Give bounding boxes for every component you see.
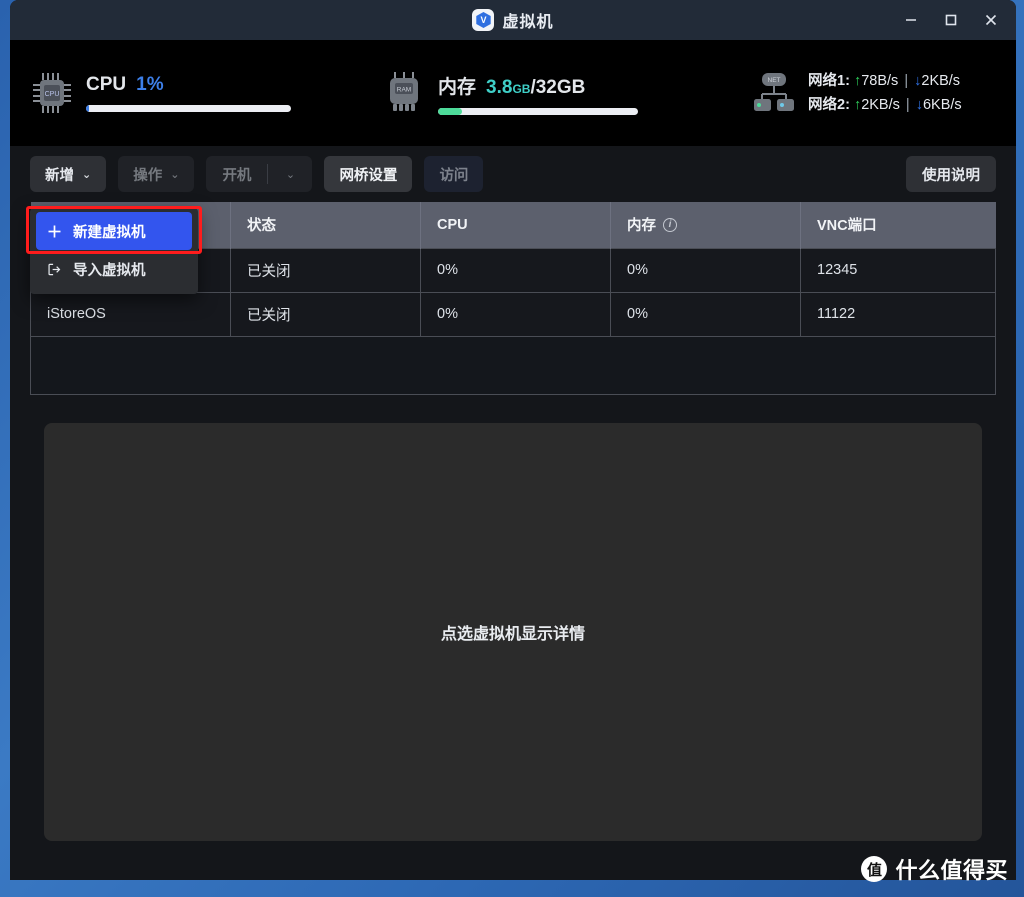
title-group: V 虚拟机	[472, 8, 553, 32]
cell-vnc-port: 11122	[800, 291, 996, 337]
network-row: 网络1: ↑78B/s | ↓2KB/s	[808, 69, 962, 93]
cpu-stat: CPU CPU 1%	[28, 70, 358, 116]
help-button[interactable]: 使用说明	[906, 156, 996, 192]
cell-cpu: 0%	[420, 291, 611, 337]
column-label: CPU	[437, 216, 468, 233]
column-header-memory[interactable]: 内存 i	[610, 202, 801, 248]
maximize-icon[interactable]	[932, 3, 970, 37]
ram-chip-icon: RAM	[380, 70, 428, 116]
import-icon	[46, 262, 63, 277]
watermark-text: 什么值得买	[895, 858, 1008, 883]
cell-memory: 0%	[610, 247, 801, 293]
system-stats-bar: CPU CPU 1% RAM 内存 3.8GB/32GB NET 网络1: ↑7…	[10, 40, 1016, 146]
help-button-label: 使用说明	[922, 167, 980, 184]
cell-vnc-port: 12345	[800, 247, 996, 293]
network-stat: NET 网络1: ↑78B/s | ↓2KB/s 网络2: ↑2KB/s | ↓…	[750, 69, 962, 117]
bridge-settings-label: 网桥设置	[339, 167, 398, 184]
column-header-status[interactable]: 状态	[230, 202, 421, 248]
memory-total: 32	[535, 76, 557, 98]
cell-status: 已关闭	[230, 247, 421, 293]
network-icon: NET	[750, 69, 798, 117]
access-button-label: 访问	[439, 167, 469, 184]
memory-label: 内存	[438, 76, 477, 98]
cpu-usage-fill	[86, 105, 90, 112]
chevron-down-icon: ⌄	[82, 168, 92, 181]
chevron-down-icon: ⌄	[170, 168, 180, 181]
memory-total-unit: GB	[556, 76, 586, 98]
cell-cpu: 0%	[420, 247, 611, 293]
cell-status: 已关闭	[230, 291, 421, 337]
plus-icon	[46, 224, 63, 239]
detail-placeholder-text: 点选虚拟机显示详情	[440, 625, 585, 643]
access-button[interactable]: 访问	[424, 156, 484, 192]
chevron-down-icon[interactable]: ⌄	[268, 156, 312, 192]
memory-used: 3.8	[486, 76, 513, 98]
svg-text:CPU: CPU	[45, 91, 60, 98]
title-bar: V 虚拟机	[10, 0, 1016, 40]
minimize-icon[interactable]	[892, 3, 930, 37]
network-rows: 网络1: ↑78B/s | ↓2KB/s 网络2: ↑2KB/s | ↓6KB/…	[808, 69, 962, 117]
operations-button-label: 操作	[133, 167, 163, 184]
network1-upload: 78B/s	[861, 73, 899, 89]
memory-stat-body: 内存 3.8GB/32GB	[438, 72, 638, 115]
toolbar: 新增 ⌄ 操作 ⌄ 开机 ⌄ 网桥设置 访问 使用说明	[10, 146, 1016, 202]
cpu-chip-icon: CPU	[28, 70, 76, 116]
watermark-logo-icon: 值	[861, 856, 888, 882]
cpu-usage-bar	[86, 105, 291, 112]
column-header-cpu[interactable]: CPU	[420, 202, 611, 248]
app-hexagon-v-icon: V	[472, 9, 495, 31]
column-label: 内存	[627, 218, 656, 235]
add-button-label: 新增	[45, 167, 74, 184]
watermark: 值 什么值得买	[861, 853, 1008, 885]
add-button[interactable]: 新增 ⌄	[30, 156, 107, 192]
operations-button[interactable]: 操作 ⌄	[118, 156, 195, 192]
add-dropdown-menu[interactable]: 新建虚拟机 导入虚拟机	[30, 208, 198, 294]
menu-item-new-vm-label: 新建虚拟机	[73, 224, 146, 241]
cpu-label: CPU	[86, 74, 127, 95]
menu-item-import-vm[interactable]: 导入虚拟机	[36, 250, 192, 288]
column-header-vnc-port[interactable]: VNC端口	[800, 202, 996, 248]
menu-item-import-vm-label: 导入虚拟机	[73, 262, 146, 279]
network1-label: 网络1:	[808, 73, 850, 89]
power-split-button[interactable]: 开机 ⌄	[206, 156, 313, 192]
download-arrow-icon: ↓	[915, 97, 923, 113]
memory-used-unit: GB	[512, 81, 531, 96]
cpu-stat-body: CPU 1%	[86, 74, 291, 112]
network-row: 网络2: ↑2KB/s | ↓6KB/s	[808, 93, 962, 117]
network2-separator: |	[905, 97, 910, 113]
network2-upload: 2KB/s	[861, 97, 900, 113]
svg-text:RAM: RAM	[397, 87, 411, 94]
memory-usage-bar	[438, 107, 638, 115]
cpu-value: 1%	[136, 74, 164, 95]
window-title: 虚拟机	[502, 14, 554, 31]
memory-usage-fill	[438, 107, 462, 115]
info-icon[interactable]: i	[663, 217, 677, 232]
cell-name: iStoreOS	[30, 291, 231, 337]
network1-download: 2KB/s	[921, 73, 961, 89]
column-label: VNC端口	[817, 218, 877, 235]
table-row[interactable]: iStoreOS 已关闭 0% 0% 11122	[30, 291, 996, 337]
power-button-label[interactable]: 开机	[206, 156, 267, 192]
memory-values: 3.8GB/32GB	[486, 77, 585, 99]
network2-download: 6KB/s	[922, 97, 962, 113]
network2-label: 网络2:	[808, 97, 850, 113]
network1-separator: |	[904, 73, 909, 89]
app-window: V 虚拟机 CPU CPU 1% RAM 内存 3.8GB/32GB NET 网…	[10, 0, 1016, 880]
svg-text:NET: NET	[768, 77, 781, 84]
menu-item-new-vm[interactable]: 新建虚拟机	[36, 212, 192, 250]
window-controls	[892, 0, 1010, 40]
cell-memory: 0%	[610, 291, 801, 337]
table-empty-area	[30, 336, 996, 395]
bridge-settings-button[interactable]: 网桥设置	[324, 156, 413, 192]
vm-detail-panel: 点选虚拟机显示详情	[44, 422, 982, 841]
memory-stat: RAM 内存 3.8GB/32GB	[380, 70, 710, 116]
column-label: 状态	[247, 218, 276, 235]
close-icon[interactable]	[972, 3, 1010, 37]
